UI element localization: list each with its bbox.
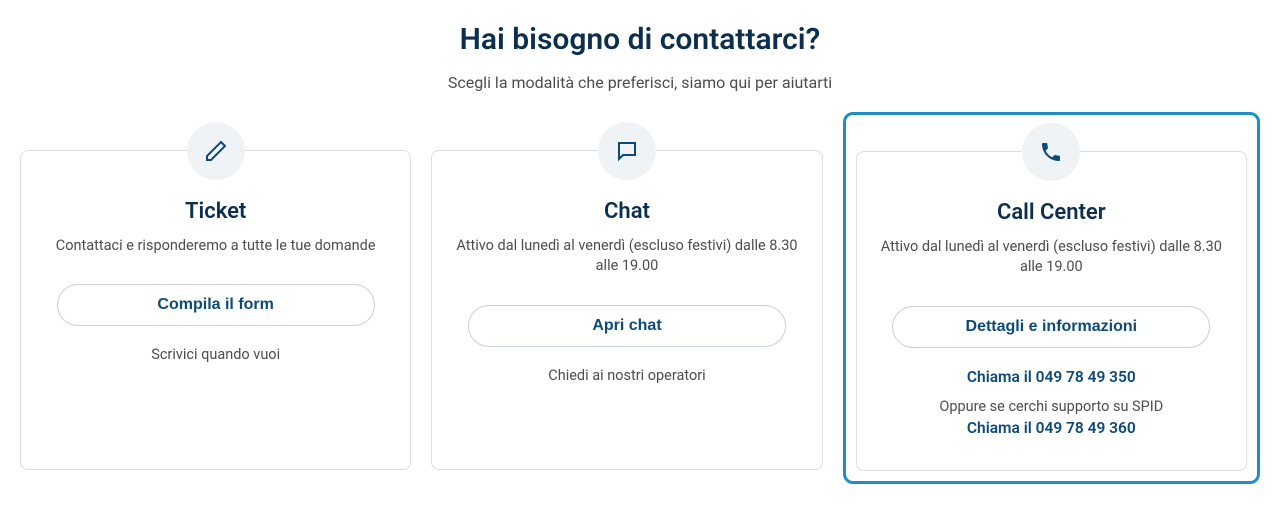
page-title: Hai bisogno di contattarci? [0,22,1280,57]
page-subtitle: Scegli la modalità che preferisci, siamo… [0,73,1280,92]
pencil-icon [187,122,245,180]
chat-note: Chiedi ai nostri operatori [454,367,799,384]
ticket-card: Ticket Contattaci e risponderemo a tutte… [20,150,411,470]
ticket-note: Scrivici quando vuoi [43,346,388,363]
chat-desc: Attivo dal lunedì al venerdì (escluso fe… [454,236,799,277]
callcenter-button[interactable]: Dettagli e informazioni [892,306,1210,348]
ticket-title: Ticket [43,199,388,224]
ticket-desc: Contattaci e risponderemo a tutte le tue… [43,236,388,256]
callcenter-card-highlighted: Call Center Attivo dal lunedì al venerdì… [843,112,1260,484]
spid-note: Oppure se cerchi supporto su SPID [879,398,1224,415]
phone-icon [1022,123,1080,181]
chat-button[interactable]: Apri chat [468,305,786,347]
ticket-button[interactable]: Compila il form [57,284,375,326]
phone-link-2[interactable]: Chiama il 049 78 49 360 [879,419,1224,437]
callcenter-title: Call Center [879,200,1224,225]
chat-icon [598,122,656,180]
chat-title: Chat [454,199,799,224]
callcenter-desc: Attivo dal lunedì al venerdì (escluso fe… [879,237,1224,278]
phone-link-1[interactable]: Chiama il 049 78 49 350 [879,368,1224,386]
contact-options-row: Ticket Contattaci e risponderemo a tutte… [0,150,1280,484]
chat-card: Chat Attivo dal lunedì al venerdì (esclu… [431,150,822,470]
